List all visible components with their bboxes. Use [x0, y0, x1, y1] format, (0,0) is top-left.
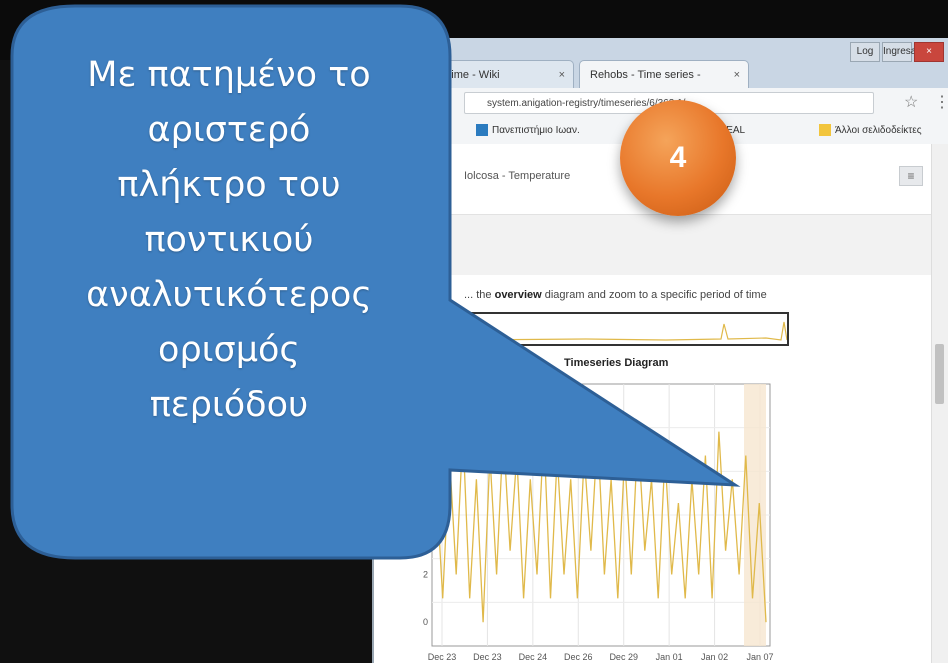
- y-tick-label: 2: [423, 570, 428, 580]
- callout-text: Με πατημένο το αριστερό πλήκτρο του ποντ…: [40, 48, 418, 518]
- close-button[interactable]: ×: [914, 42, 944, 62]
- callout-line: ποντικιού: [144, 220, 314, 260]
- tab-strip: Time - Wiki × Rehobs - Time series - × L…: [374, 38, 948, 88]
- folder-icon: [819, 124, 831, 137]
- maximize-button[interactable]: Ingresar: [882, 42, 920, 62]
- y-tick-label: 0: [423, 617, 428, 627]
- instruction-prefix: ... the: [464, 289, 492, 301]
- bookmark-item[interactable]: Άλλοι σελιδοδείκτες: [819, 123, 922, 139]
- callout-line: ορισμός: [158, 330, 300, 370]
- star-icon[interactable]: ☆: [904, 92, 918, 112]
- x-tick-label: Jan 01: [656, 652, 683, 662]
- x-tick-label: Dec 26: [564, 652, 593, 662]
- instruction-text: ... the overview diagram and zoom to a s…: [464, 289, 767, 301]
- callout-line: αναλυτικότερος: [86, 275, 372, 315]
- scrollbar-thumb[interactable]: [935, 344, 944, 404]
- callout-line: Με πατημένο το: [87, 55, 371, 95]
- timeseries-chart[interactable]: Dec 23 Dec 23 Dec 24 Dec 26 Dec 29 Jan 01 Jan …: [423, 383, 776, 663]
- callout-line: πλήκτρο του: [117, 165, 341, 205]
- chart-title: Timeseries Diagram: [564, 357, 669, 369]
- tab-label: Time - Wiki: [445, 69, 500, 81]
- overview-chart[interactable]: [464, 312, 789, 346]
- panel-title: Iolcosa - Temperature: [464, 170, 571, 182]
- bookmark-label: Πανεπιστήμιο Ιωαν.: [492, 125, 580, 136]
- scrollbar[interactable]: [931, 144, 948, 663]
- x-tick-label: Dec 23: [428, 652, 457, 662]
- tab-rehobs[interactable]: Rehobs - Time series - ×: [579, 60, 749, 88]
- tab-wiki[interactable]: Time - Wiki ×: [434, 60, 574, 88]
- instruction-suffix: diagram and zoom to a specific period of…: [544, 289, 767, 301]
- x-tick-label: Dec 24: [519, 652, 548, 662]
- overview-line: [465, 321, 788, 341]
- callout-line: περιόδου: [149, 385, 309, 425]
- x-tick-label: Dec 29: [609, 652, 638, 662]
- callout-line: αριστερό: [147, 110, 311, 150]
- panel-header: [384, 214, 942, 275]
- minimize-button[interactable]: Log: [850, 42, 880, 62]
- instruction-bold: overview: [494, 289, 542, 301]
- tab-close-icon[interactable]: ×: [734, 61, 740, 88]
- selection-band: [744, 384, 766, 646]
- step-badge: 4: [620, 100, 736, 216]
- hamburger-menu-icon[interactable]: ≡: [899, 166, 923, 186]
- tab-close-icon[interactable]: ×: [559, 61, 565, 88]
- bookmark-item[interactable]: Πανεπιστήμιο Ιωαν.: [476, 123, 580, 139]
- tab-label: Rehobs - Time series -: [590, 69, 701, 81]
- page-content: ≡ Iolcosa - Temperature ... the overview…: [374, 144, 948, 663]
- window-controls: Log Ingresar ×: [850, 42, 944, 62]
- bookmark-label: Άλλοι σελιδοδείκτες: [835, 125, 922, 136]
- x-tick-label: Jan 02: [701, 652, 728, 662]
- bookmark-icon: [476, 124, 488, 137]
- x-tick-label: Jan 07: [746, 652, 773, 662]
- more-menu-icon[interactable]: ⋮: [934, 92, 948, 112]
- x-tick-label: Dec 23: [473, 652, 502, 662]
